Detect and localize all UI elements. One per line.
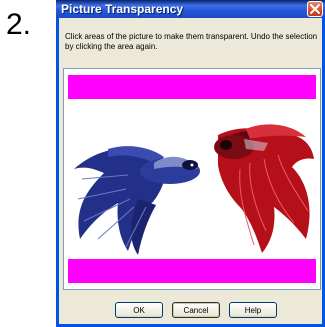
title-bar[interactable]: Picture Transparency [56,0,325,18]
fish-image[interactable] [68,99,316,259]
close-button[interactable] [307,1,323,17]
magenta-band-bottom[interactable] [68,259,316,283]
dialog-title: Picture Transparency [61,2,184,16]
picture-preview[interactable] [63,68,321,290]
close-icon [310,4,320,14]
red-betta-fish [214,124,314,253]
help-button[interactable]: Help [229,302,277,318]
blue-betta-fish [74,146,200,255]
picture-transparency-dialog: Picture Transparency Click areas of the … [56,0,325,327]
magenta-band-top[interactable] [68,75,316,99]
instructions-text: Click areas of the picture to make them … [65,32,318,51]
step-number: 2. [6,8,32,41]
fish-illustration [74,124,314,255]
cancel-button[interactable]: Cancel [172,302,220,318]
dialog-buttons: OK Cancel Help [59,302,322,320]
ok-button[interactable]: OK [115,302,163,318]
